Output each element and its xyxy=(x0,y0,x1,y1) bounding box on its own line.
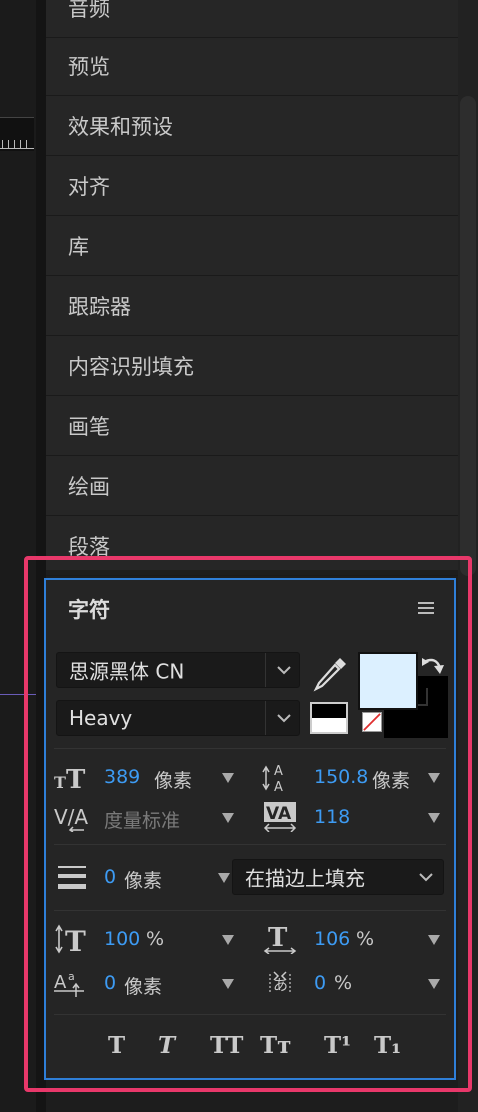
panel-menu-icon[interactable] xyxy=(418,602,434,614)
chevron-down-icon xyxy=(277,666,291,675)
dropdown-arrow-icon[interactable] xyxy=(428,935,440,945)
panel-item-paragraph[interactable]: 段落 xyxy=(46,516,458,576)
panel-item-paint[interactable]: 绘画 xyxy=(46,456,458,516)
panel-list: 音频 预览 效果和预设 对齐 库 跟踪器 内容识别填充 画笔 绘画 段落 xyxy=(46,0,458,576)
tracking-icon: VA xyxy=(263,802,297,832)
svg-text:VA: VA xyxy=(266,804,292,824)
svg-text:T: T xyxy=(268,924,288,953)
swap-colors-icon[interactable] xyxy=(418,654,446,680)
small-caps-button[interactable]: Tт xyxy=(260,1032,291,1062)
tsume-field[interactable]: あ 0 % xyxy=(262,968,452,998)
tracking-field[interactable]: VA 118 xyxy=(262,802,452,832)
svg-text:V/A: V/A xyxy=(54,805,88,829)
panel-item-effects-presets[interactable]: 效果和预设 xyxy=(46,96,458,156)
stroke-mode-dropdown[interactable]: 在描边上填充 xyxy=(232,859,444,895)
panel-item-brushes[interactable]: 画笔 xyxy=(46,396,458,456)
scrollbar[interactable] xyxy=(458,0,478,1112)
panel-item-libraries[interactable]: 库 xyxy=(46,216,458,276)
superscript-button[interactable]: T¹ xyxy=(324,1032,351,1062)
svg-text:a: a xyxy=(68,970,75,983)
faux-italic-button[interactable]: T xyxy=(158,1032,175,1062)
panel-item-preview[interactable]: 预览 xyxy=(46,36,458,96)
dropdown-arrow-icon[interactable] xyxy=(218,873,230,883)
no-color-icon[interactable] xyxy=(362,712,382,732)
panel-item-align[interactable]: 对齐 xyxy=(46,156,458,216)
subscript-button[interactable]: T₁ xyxy=(374,1032,401,1062)
svg-text:A: A xyxy=(274,780,283,792)
all-caps-button[interactable]: TT xyxy=(210,1032,243,1062)
tsume-icon: あ xyxy=(269,971,291,994)
svg-text:A: A xyxy=(274,764,283,779)
font-size-field[interactable]: T T 389 像素 xyxy=(54,762,244,792)
vertical-scale-icon: T xyxy=(55,924,86,954)
stroke-width-field[interactable]: 0 像素 xyxy=(54,862,234,892)
font-size-icon: T T xyxy=(54,765,86,792)
leading-icon: A A xyxy=(262,764,283,792)
timeline-ruler xyxy=(0,117,34,151)
divider xyxy=(54,748,446,749)
default-colors-icon[interactable] xyxy=(310,702,348,734)
divider xyxy=(54,844,446,845)
dropdown-arrow-icon[interactable] xyxy=(222,935,234,945)
dropdown-arrow-icon[interactable] xyxy=(428,979,440,989)
faux-bold-button[interactable]: T xyxy=(108,1032,125,1062)
baseline-shift-icon: A a xyxy=(54,970,84,997)
chevron-down-icon xyxy=(419,873,433,882)
divider xyxy=(54,1014,446,1015)
dropdown-arrow-icon[interactable] xyxy=(222,813,234,823)
vertical-scale-field[interactable]: T 100 % xyxy=(54,924,244,954)
svg-text:T: T xyxy=(54,773,66,792)
font-family-dropdown[interactable]: 思源黑体 CN xyxy=(56,652,300,688)
panel-item-audio[interactable]: 音频 xyxy=(46,0,458,38)
font-style-dropdown[interactable]: Heavy xyxy=(56,700,300,736)
svg-text:T: T xyxy=(65,925,86,954)
kerning-field[interactable]: V/A 度量标准 xyxy=(54,802,244,832)
dropdown-arrow-icon[interactable] xyxy=(222,773,234,783)
panel-item-tracker[interactable]: 跟踪器 xyxy=(46,276,458,336)
dropdown-arrow-icon[interactable] xyxy=(222,979,234,989)
leading-field[interactable]: A A 150.8 像素 xyxy=(262,762,452,792)
chevron-down-icon xyxy=(277,714,291,723)
svg-text:A: A xyxy=(54,972,67,993)
composition-viewer-edge xyxy=(0,0,36,1112)
guide-line xyxy=(0,694,36,695)
divider xyxy=(54,910,446,911)
fill-color-swatch[interactable] xyxy=(358,652,418,710)
baseline-shift-field[interactable]: A a 0 像素 xyxy=(54,968,244,998)
scrollbar-thumb[interactable] xyxy=(460,96,476,576)
horizontal-scale-field[interactable]: T 106 % xyxy=(262,924,452,954)
panel-title: 字符 xyxy=(68,598,110,622)
kerning-icon: V/A xyxy=(54,805,88,832)
character-panel: 字符 思源黑体 CN Heavy T T 389 像素 A A 150.8 像素… xyxy=(44,578,456,1080)
svg-text:T: T xyxy=(66,765,86,792)
horizontal-scale-icon: T xyxy=(263,924,297,954)
dropdown-arrow-icon[interactable] xyxy=(428,813,440,823)
stroke-width-icon xyxy=(58,866,86,889)
eyedropper-icon[interactable] xyxy=(310,654,350,694)
dropdown-arrow-icon[interactable] xyxy=(428,773,440,783)
panel-item-content-aware-fill[interactable]: 内容识别填充 xyxy=(46,336,458,396)
